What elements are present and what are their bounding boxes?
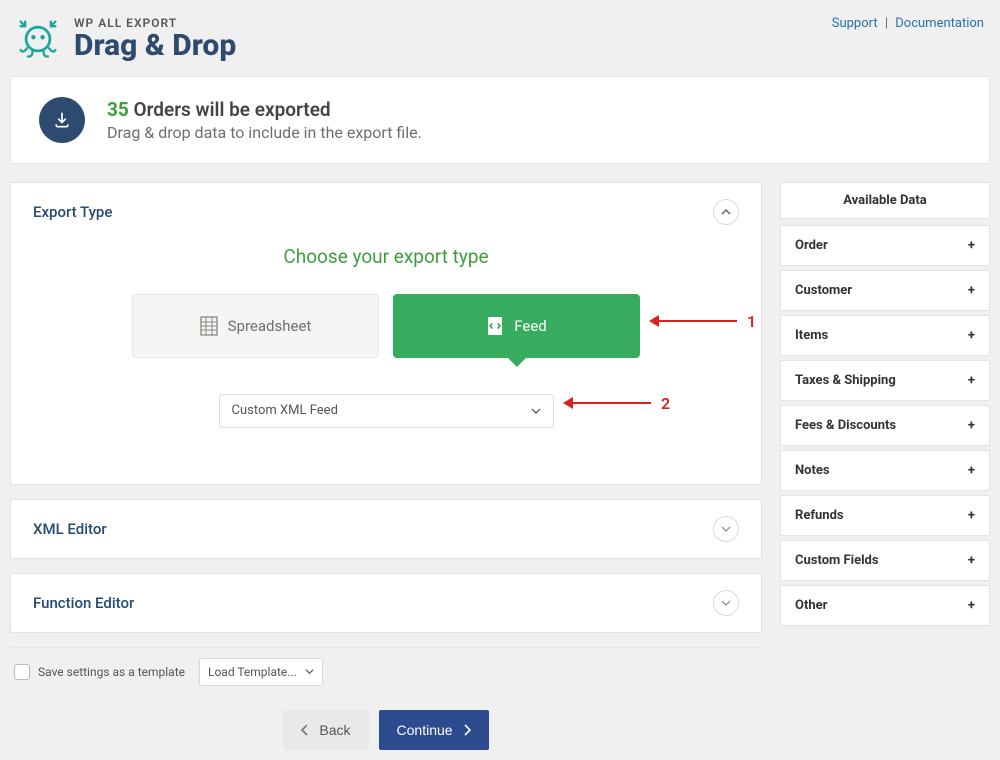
expand-toggle[interactable] bbox=[713, 590, 739, 616]
spreadsheet-icon bbox=[200, 316, 218, 336]
load-template-label: Load Template... bbox=[208, 665, 297, 679]
spreadsheet-button[interactable]: Spreadsheet bbox=[132, 294, 379, 358]
chevron-right-icon bbox=[463, 724, 471, 736]
select-value: Custom XML Feed bbox=[232, 403, 338, 418]
save-template-checkbox-label[interactable]: Save settings as a template bbox=[14, 664, 185, 680]
back-button[interactable]: Back bbox=[283, 710, 368, 750]
annotation-label: 1 bbox=[747, 312, 756, 331]
annotation-arrow-1: 1 bbox=[649, 312, 756, 331]
sidebar-item-label: Items bbox=[795, 328, 828, 343]
back-label: Back bbox=[319, 722, 350, 738]
plus-icon: + bbox=[968, 373, 975, 388]
save-template-checkbox[interactable] bbox=[14, 664, 30, 680]
export-count-label: Orders will be exported bbox=[134, 98, 331, 121]
chevron-down-icon bbox=[531, 406, 541, 416]
annotation-arrow-2: 2 bbox=[563, 394, 670, 413]
sidebar-item-label: Notes bbox=[795, 463, 830, 478]
support-link[interactable]: Support bbox=[832, 16, 878, 31]
plus-icon: + bbox=[968, 508, 975, 523]
sidebar-item-label: Customer bbox=[795, 283, 852, 298]
chevron-down-icon bbox=[721, 524, 731, 534]
continue-label: Continue bbox=[397, 722, 453, 738]
feed-button[interactable]: Feed bbox=[393, 294, 640, 358]
export-type-panel: Export Type Choose your export type bbox=[10, 182, 762, 485]
function-editor-title: Function Editor bbox=[33, 594, 134, 612]
export-count: 35 bbox=[107, 98, 129, 121]
sidebar-item-other[interactable]: Other + bbox=[780, 585, 990, 626]
plus-icon: + bbox=[968, 238, 975, 253]
sidebar-item-order[interactable]: Order + bbox=[780, 225, 990, 266]
chevron-up-icon bbox=[721, 207, 731, 217]
nav-buttons: Back Continue bbox=[10, 710, 762, 750]
available-data-list: Order + Customer + Items + Taxes & Shipping… bbox=[780, 225, 990, 626]
header-separator: | bbox=[885, 16, 888, 31]
plus-icon: + bbox=[968, 553, 975, 568]
app-logo-icon bbox=[16, 17, 60, 61]
plus-icon: + bbox=[968, 463, 975, 478]
expand-toggle[interactable] bbox=[713, 516, 739, 542]
load-template-select[interactable]: Load Template... bbox=[199, 658, 323, 686]
sidebar-item-label: Taxes & Shipping bbox=[795, 373, 896, 388]
sidebar-item-label: Order bbox=[795, 238, 828, 253]
choose-export-title: Choose your export type bbox=[33, 245, 739, 268]
available-data-title: Available Data bbox=[780, 182, 990, 219]
plus-icon: + bbox=[968, 418, 975, 433]
save-row: Save settings as a template Load Templat… bbox=[10, 647, 762, 686]
plus-icon: + bbox=[968, 598, 975, 613]
feed-label: Feed bbox=[514, 317, 547, 335]
sidebar-item-notes[interactable]: Notes + bbox=[780, 450, 990, 491]
sidebar-item-label: Other bbox=[795, 598, 827, 613]
plus-icon: + bbox=[968, 283, 975, 298]
sidebar-item-refunds[interactable]: Refunds + bbox=[780, 495, 990, 536]
page-title: Drag & Drop bbox=[74, 30, 236, 62]
sidebar-item-custom-fields[interactable]: Custom Fields + bbox=[780, 540, 990, 581]
sidebar-item-items[interactable]: Items + bbox=[780, 315, 990, 356]
download-icon bbox=[39, 97, 85, 143]
annotation-label: 2 bbox=[661, 394, 670, 413]
feed-type-select[interactable]: Custom XML Feed bbox=[219, 394, 554, 428]
export-type-title: Export Type bbox=[33, 203, 112, 221]
chevron-left-icon bbox=[301, 724, 309, 736]
continue-button[interactable]: Continue bbox=[379, 710, 489, 750]
function-editor-panel: Function Editor bbox=[10, 573, 762, 633]
sidebar-item-customer[interactable]: Customer + bbox=[780, 270, 990, 311]
save-template-text: Save settings as a template bbox=[38, 665, 185, 679]
page-header: WP ALL EXPORT Drag & Drop Support | Docu… bbox=[10, 10, 990, 72]
sidebar-item-taxes-shipping[interactable]: Taxes & Shipping + bbox=[780, 360, 990, 401]
xml-editor-panel: XML Editor bbox=[10, 499, 762, 559]
documentation-link[interactable]: Documentation bbox=[895, 16, 984, 31]
sidebar-item-label: Refunds bbox=[795, 508, 844, 523]
chevron-down-icon bbox=[305, 667, 314, 676]
sidebar-item-label: Fees & Discounts bbox=[795, 418, 896, 433]
sidebar-item-fees-discounts[interactable]: Fees & Discounts + bbox=[780, 405, 990, 446]
feed-icon bbox=[486, 316, 504, 336]
summary-box: 35 Orders will be exported Drag & drop d… bbox=[10, 76, 990, 164]
spreadsheet-label: Spreadsheet bbox=[228, 317, 312, 335]
plus-icon: + bbox=[968, 328, 975, 343]
summary-subtitle: Drag & drop data to include in the expor… bbox=[107, 123, 422, 142]
chevron-down-icon bbox=[721, 598, 731, 608]
xml-editor-title: XML Editor bbox=[33, 520, 107, 538]
collapse-toggle[interactable] bbox=[713, 199, 739, 225]
sidebar-item-label: Custom Fields bbox=[795, 553, 879, 568]
